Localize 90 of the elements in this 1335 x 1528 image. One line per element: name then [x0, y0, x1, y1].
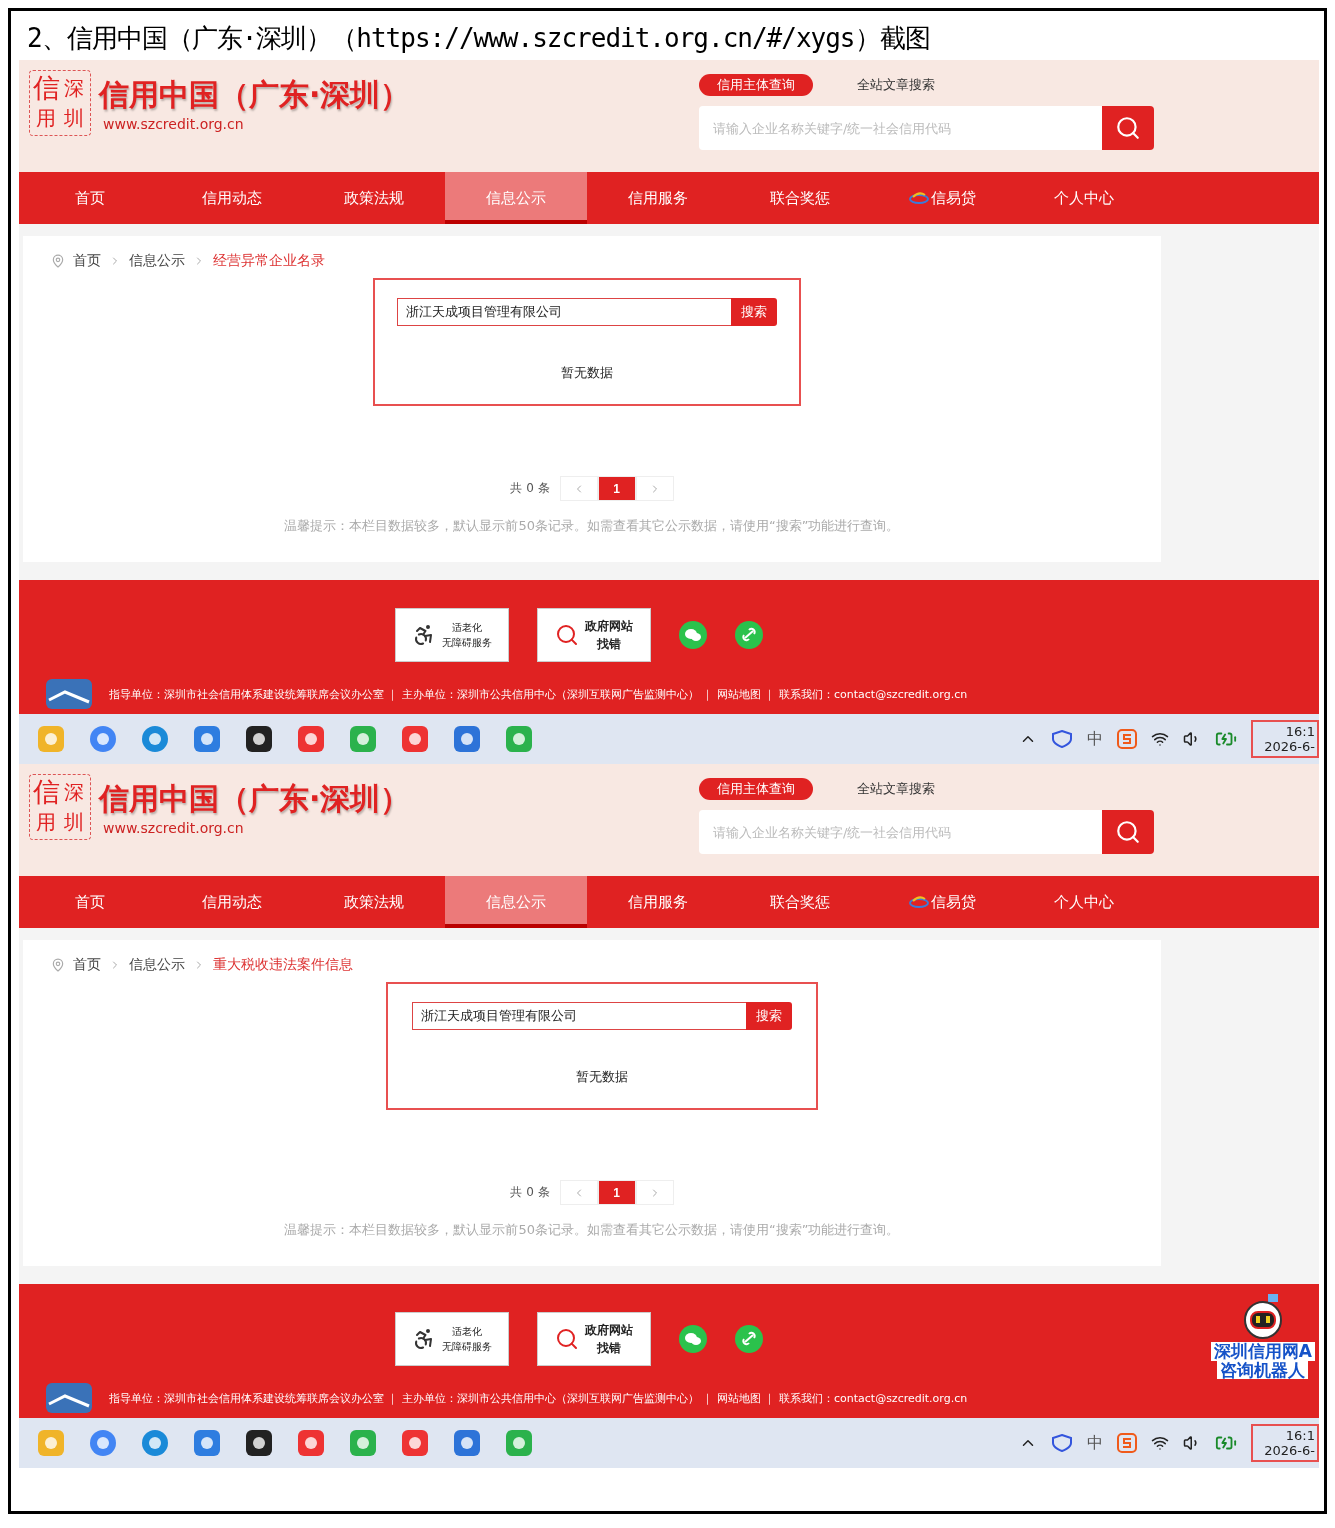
total-count: 共 0 条: [510, 1184, 550, 1201]
site-url: www.szcredit.org.cn: [103, 115, 245, 132]
clock-time: 16:1: [1285, 724, 1315, 739]
site-logo: 信 深 用 圳 信用中国（广东·深圳） www.szcredit.org.cn: [29, 764, 411, 840]
search-tab[interactable]: 全站文章搜索: [839, 74, 953, 96]
wechat-icon[interactable]: [679, 621, 707, 649]
emblem-icon: [45, 1382, 93, 1414]
footer-info: 指导单位：深圳市社会信用体系建设统筹联席会议办公室 ｜ 主办单位：深圳市公共信用中心（深圳互联网广告监测中心） ｜ 网站地图 ｜ 联系我们：contact@szcredit.org.cn: [109, 1390, 968, 1406]
nav-item[interactable]: 个人中心: [1013, 172, 1155, 224]
search-button[interactable]: [1102, 106, 1154, 150]
nav-item[interactable]: 政策法规: [303, 172, 445, 224]
shield-icon[interactable]: [1051, 1434, 1073, 1452]
nav-item[interactable]: 首页: [19, 876, 161, 928]
nav-item[interactable]: 信息公示: [445, 876, 587, 928]
total-count: 共 0 条: [510, 480, 550, 497]
accessibility-badge[interactable]: 适老化 无障碍服务: [395, 1312, 509, 1366]
nav-item[interactable]: 信易贷: [871, 876, 1013, 928]
badge-text: 无障碍服务: [442, 1340, 492, 1354]
magnifier-icon: [555, 623, 579, 647]
wifi-icon[interactable]: [1151, 730, 1169, 748]
nav-item[interactable]: 信息公示: [445, 172, 587, 224]
search-tab[interactable]: 信用主体查询: [699, 778, 813, 800]
breadcrumb-link[interactable]: 信息公示: [129, 956, 185, 974]
location-icon: [51, 958, 65, 972]
footer-info: 指导单位：深圳市社会信用体系建设统筹联席会议办公室 ｜ 主办单位：深圳市公共信用中心（深圳互联网广告监测中心） ｜ 网站地图 ｜ 联系我们：contact@szcredit.org.cn: [109, 686, 968, 702]
site-title: 信用中国（广东·深圳）: [99, 779, 411, 818]
input-method-indicator[interactable]: 中: [1087, 1432, 1103, 1454]
wechat-icon[interactable]: [679, 1325, 707, 1353]
badge-text: 适老化: [452, 621, 482, 635]
page-button[interactable]: 1: [597, 476, 636, 501]
location-icon: [51, 254, 65, 268]
magnifier-icon: [555, 1327, 579, 1351]
nav-item[interactable]: 政策法规: [303, 876, 445, 928]
empty-message: 暂无数据: [576, 1068, 628, 1086]
breadcrumb-link[interactable]: 首页: [73, 956, 101, 974]
clock-date: 2026-6-: [1264, 739, 1315, 754]
search-button[interactable]: 搜索: [746, 1002, 792, 1030]
wifi-icon[interactable]: [1151, 1434, 1169, 1452]
swirl-logo-icon: [908, 191, 929, 205]
clock-date: 2026-6-: [1264, 1443, 1315, 1458]
badge-text: 无障碍服务: [442, 636, 492, 650]
search-tab[interactable]: 全站文章搜索: [839, 778, 953, 800]
hint-text: 温馨提示：本栏目数据较多，默认显示前50条记录。如需查看其它公示数据，请使用“搜索”功能进行查询。: [284, 1221, 900, 1239]
search-icon: [1115, 819, 1141, 845]
clock[interactable]: 16:1 2026-6-: [1251, 720, 1319, 758]
document-heading: 2、信用中国（广东·深圳）（https://www.szcredit.org.cn/#/xygs）截图: [26, 22, 931, 55]
s-logo-icon[interactable]: [1117, 1433, 1137, 1453]
nav-item[interactable]: 信用服务: [587, 876, 729, 928]
nav-item[interactable]: 联合奖惩: [729, 172, 871, 224]
search-button[interactable]: [1102, 810, 1154, 854]
app-icon[interactable]: [244, 724, 274, 754]
search-button[interactable]: 搜索: [731, 298, 777, 326]
site-logo: 信 深 用 圳 信用中国（广东·深圳） www.szcredit.org.cn: [29, 60, 411, 136]
swirl-logo-icon: [908, 895, 929, 909]
clock-time: 16:1: [1285, 1428, 1315, 1443]
hint-text: 温馨提示：本栏目数据较多，默认显示前50条记录。如需查看其它公示数据，请使用“搜索”功能进行查询。: [284, 517, 900, 535]
app-icon[interactable]: [244, 1428, 274, 1458]
breadcrumb-link[interactable]: 重大税收违法案件信息: [213, 956, 353, 974]
nav-item[interactable]: 信用动态: [161, 172, 303, 224]
error-report-badge[interactable]: 政府网站 找错: [537, 1312, 651, 1366]
nav-item[interactable]: 首页: [19, 172, 161, 224]
site-url: www.szcredit.org.cn: [103, 819, 245, 836]
nav-item[interactable]: 个人中心: [1013, 876, 1155, 928]
accessibility-badge[interactable]: 适老化 无障碍服务: [395, 608, 509, 662]
clock[interactable]: 16:1 2026-6-: [1251, 1424, 1319, 1462]
site-title: 信用中国（广东·深圳）: [99, 75, 411, 114]
nav-item[interactable]: 信易贷: [871, 172, 1013, 224]
company-search-field[interactable]: 浙江天成项目管理有限公司: [412, 1002, 746, 1030]
badge-text: 政府网站: [585, 1322, 633, 1339]
badge-text: 找错: [597, 1340, 621, 1357]
assistant-label[interactable]: 深圳信用网A: [1210, 1342, 1315, 1361]
input-method-indicator[interactable]: 中: [1087, 728, 1103, 750]
badge-text: 适老化: [452, 1325, 482, 1339]
breadcrumb-link[interactable]: 信息公示: [129, 252, 185, 270]
s-logo-icon[interactable]: [1117, 729, 1137, 749]
search-icon: [1115, 115, 1141, 141]
breadcrumb-link[interactable]: 首页: [73, 252, 101, 270]
nav-item[interactable]: 信用服务: [587, 172, 729, 224]
company-search-field[interactable]: 浙江天成项目管理有限公司: [397, 298, 731, 326]
badge-text: 找错: [597, 636, 621, 653]
page-button[interactable]: 1: [597, 1180, 636, 1205]
shield-icon[interactable]: [1051, 730, 1073, 748]
nav-item[interactable]: 信用动态: [161, 876, 303, 928]
nav-item[interactable]: 联合奖惩: [729, 876, 871, 928]
search-tab[interactable]: 信用主体查询: [699, 74, 813, 96]
emblem-icon: [45, 678, 93, 710]
empty-message: 暂无数据: [561, 364, 613, 382]
badge-text: 政府网站: [585, 618, 633, 635]
error-report-badge[interactable]: 政府网站 找错: [537, 608, 651, 662]
breadcrumb-link[interactable]: 经营异常企业名录: [213, 252, 325, 270]
